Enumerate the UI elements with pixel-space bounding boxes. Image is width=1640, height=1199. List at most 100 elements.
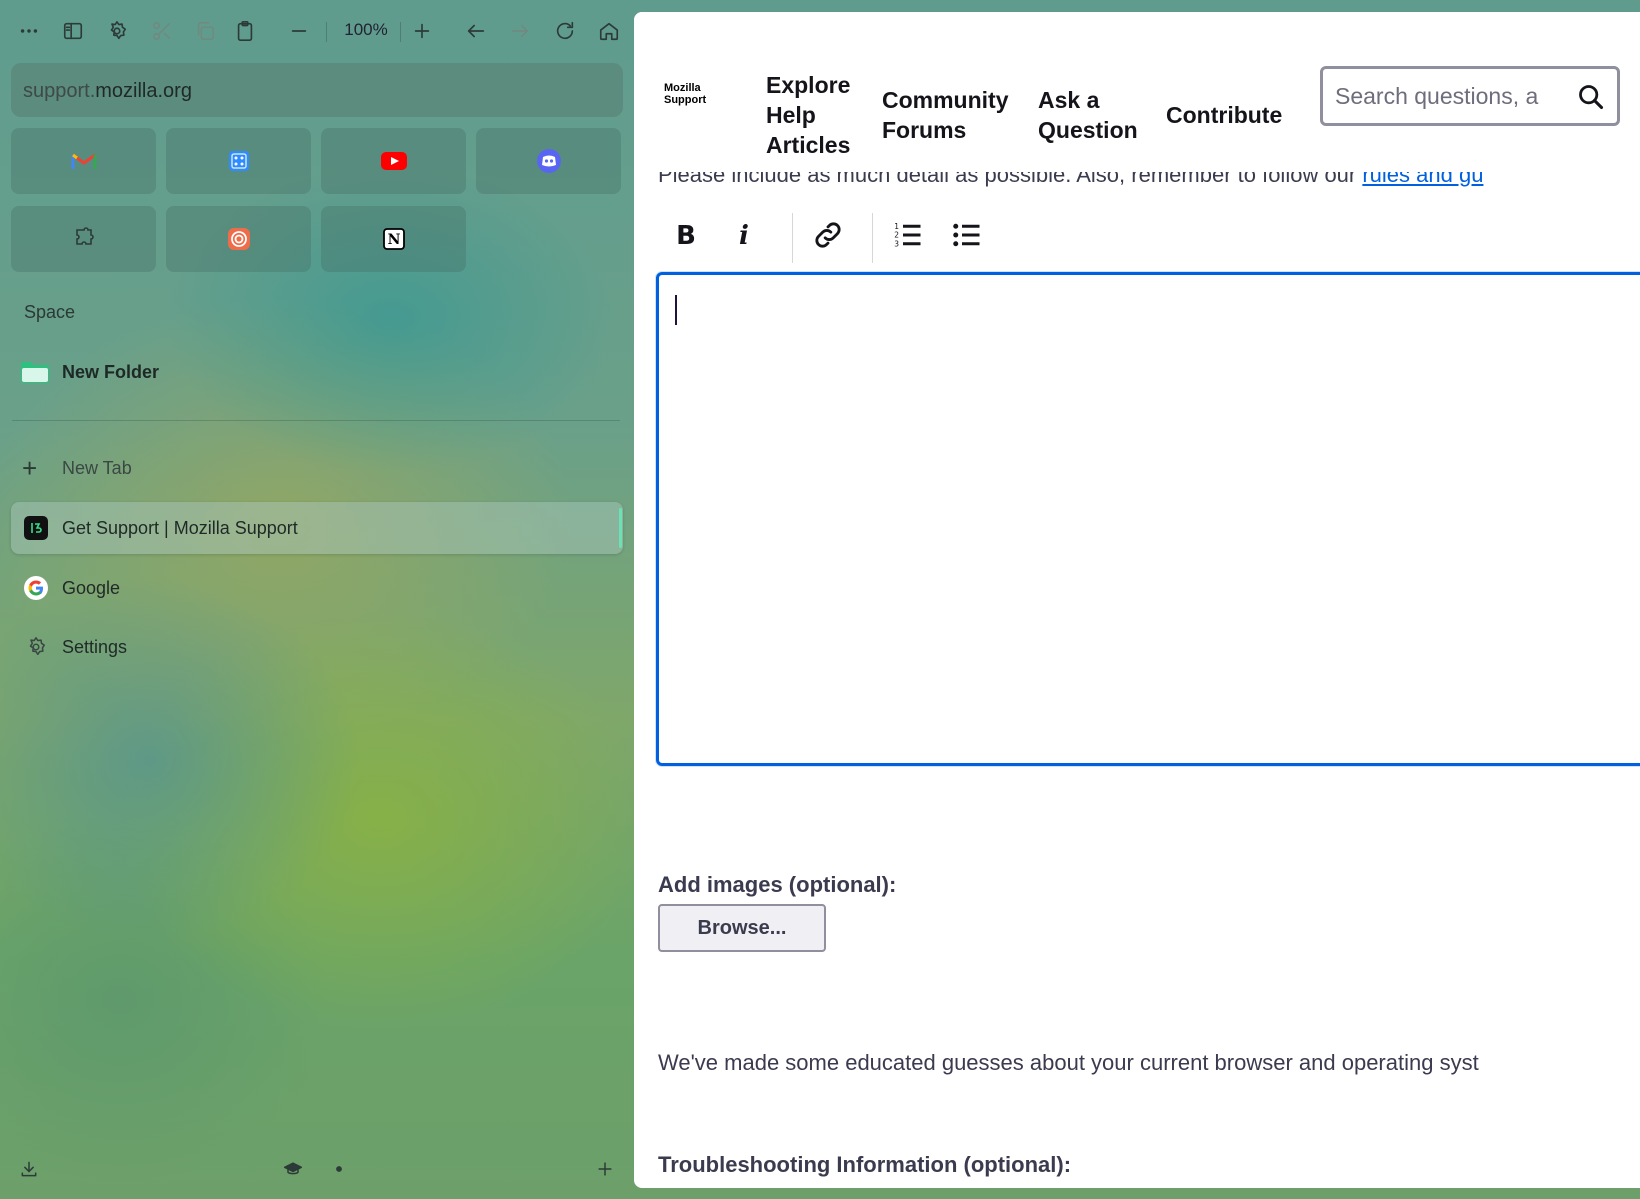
toolbar-separator — [326, 22, 327, 42]
toolbar-separator — [400, 22, 401, 42]
back-icon[interactable] — [459, 14, 493, 48]
zoom-in-icon[interactable] — [405, 14, 439, 48]
tab-label: Google — [62, 577, 121, 598]
bulleted-list-icon — [953, 223, 980, 247]
pinned-notion[interactable]: N — [321, 206, 466, 272]
sidebar-toggle-icon[interactable] — [56, 14, 90, 48]
add-space-icon[interactable] — [590, 1154, 620, 1184]
discord-icon — [536, 149, 561, 173]
space-label: Space — [24, 302, 76, 322]
browser-guess-text: We've made some educated guesses about y… — [658, 1050, 1479, 1075]
tab-google[interactable]: Google — [11, 562, 623, 614]
zoom-out-icon[interactable] — [282, 14, 316, 48]
forward-icon[interactable] — [503, 14, 537, 48]
learn-icon[interactable] — [278, 1154, 308, 1184]
folder-icon — [21, 362, 49, 383]
pinned-gmail[interactable] — [11, 128, 156, 194]
reload-icon[interactable] — [548, 14, 582, 48]
question-details-editor[interactable] — [656, 272, 1640, 766]
new-tab-button[interactable]: + New Tab — [22, 455, 132, 481]
logo-line-1: Mozilla — [664, 82, 701, 94]
pinned-dice[interactable] — [166, 128, 311, 194]
clipboard-icon[interactable] — [228, 14, 262, 48]
troubleshooting-label: Troubleshooting Information (optional): — [658, 1152, 1072, 1177]
italic-button[interactable]: i — [722, 213, 766, 257]
space-dot-icon[interactable] — [324, 1154, 354, 1184]
home-icon[interactable] — [592, 14, 626, 48]
notion-icon: N — [382, 228, 405, 250]
browse-button[interactable]: Browse... — [658, 904, 826, 952]
site-header: Mozilla Support Explore Help Articles Co… — [634, 12, 1640, 172]
numbered-list-icon: 1 2 3 — [894, 222, 921, 248]
settings-icon[interactable] — [100, 14, 134, 48]
svg-text:N: N — [387, 232, 400, 248]
web-content: Mozilla Support Explore Help Articles Co… — [634, 12, 1640, 1188]
search-box[interactable] — [1320, 66, 1620, 126]
svg-text:i: i — [739, 221, 749, 249]
youtube-icon — [380, 152, 407, 170]
svg-text:3: 3 — [894, 239, 899, 248]
settings-icon — [24, 635, 48, 659]
nav-label: Forums — [882, 117, 967, 143]
pinned-youtube[interactable] — [321, 128, 466, 194]
tab-label: Get Support | Mozilla Support — [62, 517, 298, 538]
italic-icon: i — [739, 221, 749, 249]
link-button[interactable] — [806, 213, 850, 257]
zoom-level[interactable]: 100% — [335, 20, 397, 40]
tab-settings[interactable]: Settings — [11, 621, 623, 673]
nav-label: Community — [882, 87, 1009, 113]
folder-label: New Folder — [62, 361, 160, 382]
url-bar[interactable]: support.mozilla.org — [11, 63, 623, 117]
nav-label: Explore — [766, 72, 851, 98]
nav-community-forums[interactable]: Community Forums — [882, 85, 1009, 145]
nav-label: Help — [766, 102, 816, 128]
browser-toolbar: 100% — [10, 14, 625, 48]
search-input[interactable] — [1335, 82, 1567, 110]
google-icon — [24, 576, 48, 600]
svg-text:1: 1 — [894, 222, 899, 231]
bold-button[interactable]: B — [664, 213, 708, 257]
gmail-icon — [71, 153, 96, 169]
dice-icon — [228, 151, 249, 171]
sidebar-divider — [12, 420, 620, 421]
copy-icon[interactable] — [188, 14, 222, 48]
browser-sidebar: 100% support.mozilla.org N Space New Fol… — [0, 0, 634, 1199]
url-domain: mozilla.org — [95, 80, 192, 102]
text-caret — [675, 295, 677, 325]
puzzle-icon — [75, 227, 94, 245]
more-icon[interactable] — [12, 14, 46, 48]
nav-label: Articles — [766, 132, 851, 158]
nav-contribute[interactable]: Contribute — [1166, 100, 1282, 130]
svg-text:B: B — [676, 221, 696, 249]
logo-line-2: Support — [664, 94, 707, 106]
folder-item[interactable]: New Folder — [20, 360, 159, 384]
editor-toolbar: B i 1 2 3 — [664, 207, 1024, 267]
numbered-list-button[interactable]: 1 2 3 — [886, 213, 930, 257]
plus-icon: + — [22, 453, 38, 483]
tab-label: Settings — [62, 636, 128, 657]
nav-explore-help-articles[interactable]: Explore Help Articles — [766, 70, 850, 160]
target-icon — [227, 228, 250, 250]
link-icon — [815, 222, 841, 248]
download-icon[interactable] — [14, 1154, 44, 1184]
mozilla-support-icon — [24, 516, 48, 540]
pinned-discord[interactable] — [476, 128, 621, 194]
tab-mozilla-support[interactable]: Get Support | Mozilla Support — [11, 502, 623, 554]
bulleted-list-button[interactable] — [945, 213, 989, 257]
url-subdomain: support. — [23, 80, 96, 102]
svg-text:2: 2 — [894, 231, 899, 240]
nav-ask-a-question[interactable]: Ask a Question — [1038, 85, 1138, 145]
toolbar-separator — [792, 213, 793, 263]
bold-icon: B — [676, 221, 696, 249]
nav-label: Question — [1038, 117, 1138, 143]
pinned-extension[interactable] — [11, 206, 156, 272]
mozilla-support-logo[interactable]: Mozilla Support — [664, 82, 706, 106]
nav-label: Ask a — [1038, 87, 1100, 113]
sidebar-bottom-bar — [0, 1148, 634, 1188]
question-details-textarea[interactable] — [659, 275, 1640, 763]
scissors-icon[interactable] — [145, 14, 179, 48]
search-icon[interactable] — [1577, 83, 1605, 111]
pinned-target[interactable] — [166, 206, 311, 272]
new-tab-label: New Tab — [62, 457, 132, 478]
toolbar-separator — [872, 213, 873, 263]
